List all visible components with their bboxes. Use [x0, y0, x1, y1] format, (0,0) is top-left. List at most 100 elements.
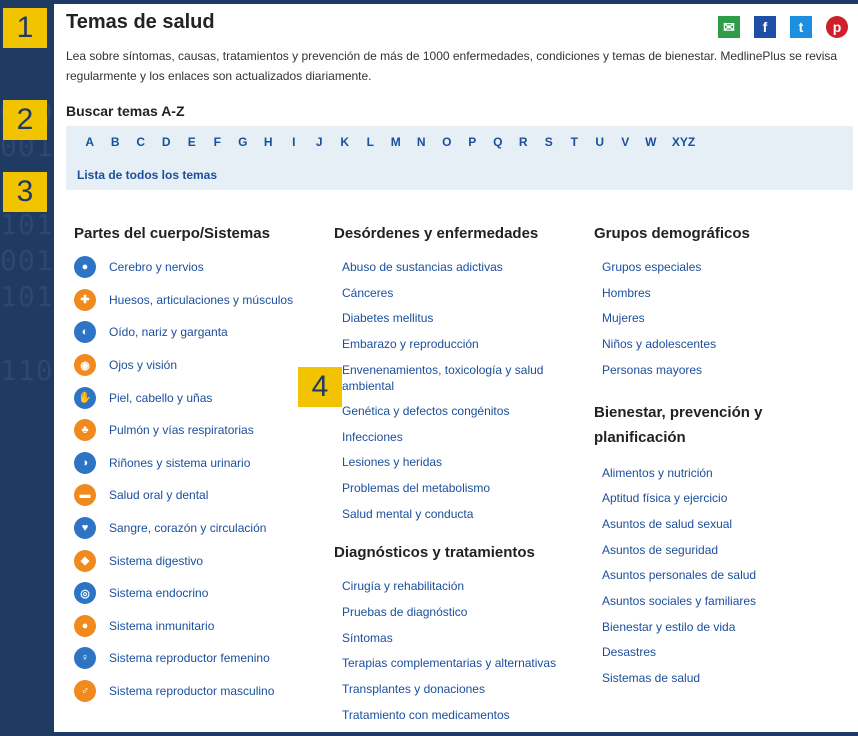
disorder-link[interactable]: Abuso de sustancias adictivas [342, 255, 567, 281]
body-system-item[interactable]: ♂ Sistema reproductor masculino [74, 675, 293, 708]
facebook-icon[interactable]: f [754, 16, 776, 38]
az-letter-e[interactable]: E [179, 135, 205, 149]
demographic-link[interactable]: Niños y adolescentes [602, 332, 794, 358]
kidney-icon: ◑ [74, 451, 96, 474]
body-system-label: Pulmón y vías respiratorias [109, 423, 254, 438]
body-system-item[interactable]: ♥ Sangre, corazón y circulación [74, 512, 293, 545]
mouth-icon: ▬ [74, 484, 96, 507]
callout-marker-3: 3 [3, 172, 47, 212]
body-system-item[interactable]: ◆ Sistema digestivo [74, 544, 293, 577]
twitter-icon[interactable]: t [790, 16, 812, 38]
body-system-label: Salud oral y dental [109, 488, 209, 503]
az-letter-v[interactable]: V [613, 135, 639, 149]
az-search-box: A B C D E F G H I J K L M N O P Q R S T U V W XYZ Lista de todo… [66, 126, 853, 190]
pinterest-icon[interactable]: p [826, 16, 848, 38]
body-system-item[interactable]: ✚ Huesos, articulaciones y músculos [74, 284, 293, 317]
intro-text: Lea sobre síntomas, causas, tratamientos… [66, 49, 838, 83]
az-letter-s[interactable]: S [536, 135, 562, 149]
heart-icon: ♥ [74, 517, 96, 540]
wellness-link[interactable]: Aptitud física y ejercicio [602, 486, 794, 512]
az-letter-c[interactable]: C [128, 135, 154, 149]
wellness-list: Alimentos y nutrición Aptitud física y ej… [602, 461, 794, 692]
disorder-link[interactable]: Envenenamientos, toxicología y salud amb… [342, 358, 567, 399]
disorders-title: Desórdenes y enfermedades [334, 225, 539, 242]
body-system-item[interactable]: ◎ Sistema endocrino [74, 577, 293, 610]
email-icon[interactable]: ✉ [718, 16, 740, 38]
body-system-label: Sistema reproductor femenino [109, 651, 270, 666]
disorders-column: Desórdenes y enfermedades Abuso de susta… [334, 224, 567, 729]
wellness-link[interactable]: Desastres [602, 640, 794, 666]
body-system-label: Sistema digestivo [109, 553, 204, 568]
az-letter-f[interactable]: F [205, 135, 231, 149]
disorder-link[interactable]: Salud mental y conducta [342, 502, 567, 528]
body-system-item[interactable]: ◑ Riñones y sistema urinario [74, 447, 293, 480]
callout-marker-4: 4 [298, 367, 342, 407]
disorder-link[interactable]: Problemas del metabolismo [342, 476, 567, 502]
wellness-link[interactable]: Asuntos personales de salud [602, 563, 794, 589]
disorder-link[interactable]: Genética y defectos congénitos [342, 399, 567, 425]
az-letter-a[interactable]: A [77, 135, 103, 149]
diagnostic-link[interactable]: Terapias complementarias y alternativas [342, 651, 567, 677]
az-letter-n[interactable]: N [409, 135, 435, 149]
wellness-link[interactable]: Asuntos de seguridad [602, 538, 794, 564]
demographic-link[interactable]: Grupos especiales [602, 255, 794, 281]
body-system-item[interactable]: ◉ Ojos y visión [74, 349, 293, 382]
diagnostic-link[interactable]: Transplantes y donaciones [342, 677, 567, 703]
page-title: Temas de salud [66, 11, 215, 33]
az-letter-b[interactable]: B [103, 135, 129, 149]
demographics-title: Grupos demográficos [594, 225, 750, 242]
az-letter-o[interactable]: O [434, 135, 460, 149]
social-share: ✉ f t p [718, 16, 848, 38]
body-system-item[interactable]: ♀ Sistema reproductor femenino [74, 642, 293, 675]
wellness-link[interactable]: Asuntos sociales y familiares [602, 589, 794, 615]
body-system-item[interactable]: ● Cerebro y nervios [74, 251, 293, 284]
body-system-label: Ojos y visión [109, 358, 178, 373]
diagnostic-link[interactable]: Tratamiento con medicamentos [342, 703, 567, 729]
diagnostics-title: Diagnósticos y tratamientos [334, 544, 535, 562]
wellness-link[interactable]: Asuntos de salud sexual [602, 512, 794, 538]
health-topics-panel: Temas de salud ✉ f t p Lea sobre síntoma… [54, 4, 858, 732]
endocrine-icon: ◎ [74, 582, 96, 605]
body-system-item[interactable]: ◐ Oído, nariz y garganta [74, 316, 293, 349]
immune-icon: ● [74, 614, 96, 637]
az-letter-i[interactable]: I [281, 135, 307, 149]
diagnostic-link[interactable]: Pruebas de diagnóstico [342, 600, 567, 626]
body-system-label: Huesos, articulaciones y músculos [109, 292, 294, 307]
az-letter-r[interactable]: R [511, 135, 537, 149]
az-letter-l[interactable]: L [358, 135, 384, 149]
az-letter-u[interactable]: U [587, 135, 613, 149]
az-letter-q[interactable]: Q [485, 135, 511, 149]
body-system-item[interactable]: ▬ Salud oral y dental [74, 479, 293, 512]
az-letter-k[interactable]: K [332, 135, 358, 149]
body-system-item[interactable]: ● Sistema inmunitario [74, 610, 293, 643]
body-system-label: Sistema reproductor masculino [109, 684, 275, 699]
disorder-link[interactable]: Embarazo y reproducción [342, 332, 567, 358]
disorder-link[interactable]: Diabetes mellitus [342, 306, 567, 332]
wellness-link[interactable]: Bienestar y estilo de vida [602, 615, 794, 641]
wellness-link[interactable]: Sistemas de salud [602, 666, 794, 692]
az-letter-g[interactable]: G [230, 135, 256, 149]
disorder-link[interactable]: Lesiones y heridas [342, 450, 567, 476]
wellness-link[interactable]: Alimentos y nutrición [602, 461, 794, 487]
az-letter-xyz[interactable]: XYZ [664, 135, 704, 149]
eye-icon: ◉ [74, 354, 96, 377]
diagnostic-link[interactable]: Síntomas [342, 626, 567, 652]
az-letter-j[interactable]: J [307, 135, 333, 149]
az-letter-w[interactable]: W [638, 135, 664, 149]
az-letter-h[interactable]: H [256, 135, 282, 149]
demographic-link[interactable]: Hombres [602, 281, 794, 307]
demographic-link[interactable]: Mujeres [602, 306, 794, 332]
demographics-column: Grupos demográficos Grupos especiales Hom… [594, 224, 794, 692]
demographic-link[interactable]: Personas mayores [602, 358, 794, 384]
az-letter-m[interactable]: M [383, 135, 409, 149]
all-topics-link[interactable]: Lista de todos los temas [77, 168, 217, 182]
body-system-item[interactable]: ♣ Pulmón y vías respiratorias [74, 414, 293, 447]
az-letter-d[interactable]: D [154, 135, 180, 149]
disorder-link[interactable]: Cánceres [342, 281, 567, 307]
az-letter-t[interactable]: T [562, 135, 588, 149]
az-letter-p[interactable]: P [460, 135, 486, 149]
diagnostic-link[interactable]: Cirugía y rehabilitación [342, 574, 567, 600]
disorder-link[interactable]: Infecciones [342, 425, 567, 451]
body-system-item[interactable]: ✋ Piel, cabello y uñas [74, 381, 293, 414]
disorders-list: Abuso de sustancias adictivas Cánceres Dia… [342, 255, 567, 527]
